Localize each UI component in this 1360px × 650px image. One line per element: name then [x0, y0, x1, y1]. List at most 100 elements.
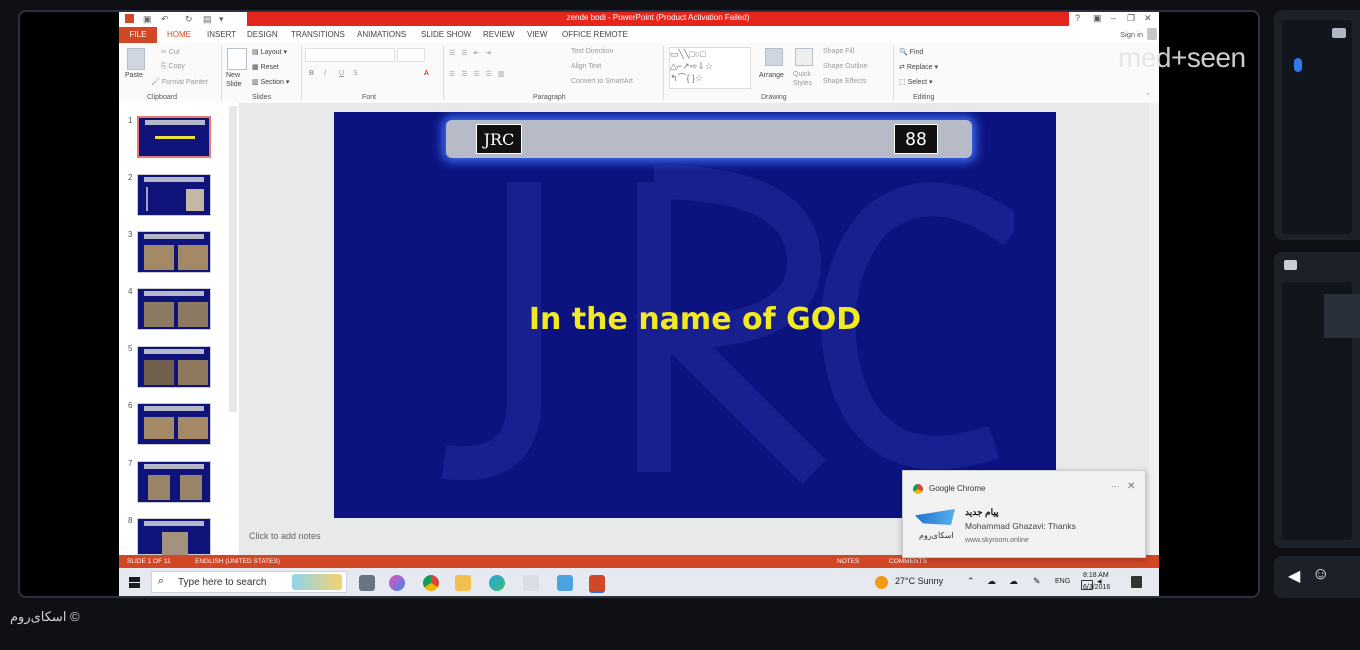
notes-toggle[interactable]: NOTES	[837, 558, 859, 565]
tab-file[interactable]: FILE	[119, 27, 157, 43]
slide-thumbnail-7[interactable]	[137, 461, 211, 503]
underline-button[interactable]: U	[339, 70, 344, 77]
layout-button[interactable]: ▤ Layout ▾	[252, 48, 287, 56]
current-slide[interactable]: JRC 88 In the name of GOD	[334, 112, 1056, 518]
edge-icon[interactable]	[489, 575, 505, 591]
tab-review[interactable]: REVIEW	[483, 30, 515, 39]
save-icon[interactable]: ▣	[143, 14, 152, 25]
font-size-box[interactable]	[397, 48, 425, 62]
collapse-ribbon-icon[interactable]: ⌃	[1145, 92, 1151, 100]
slide-thumbnail-8[interactable]	[137, 518, 211, 556]
start-from-beginning-icon[interactable]: ▤	[203, 14, 212, 25]
clock-date[interactable]: 6/3/2016	[1083, 584, 1110, 591]
task-view-icon[interactable]	[359, 575, 375, 591]
section-button[interactable]: ▥ Section ▾	[252, 78, 289, 86]
sign-in-link[interactable]: Sign in	[1120, 30, 1143, 39]
taskbar-search[interactable]: ⌕ Type here to search	[151, 571, 347, 593]
font-name-box[interactable]	[305, 48, 395, 62]
slide-thumbnail-2[interactable]	[137, 174, 211, 216]
send-arrow-icon[interactable]: ◀	[1288, 566, 1300, 586]
language-indicator[interactable]: ENG	[1055, 578, 1070, 585]
notes-placeholder[interactable]: Click to add notes	[249, 531, 321, 541]
clock-time[interactable]: 8:18 AM	[1083, 572, 1109, 579]
slide-thumbnail-5[interactable]	[137, 346, 211, 388]
tab-animations[interactable]: ANIMATIONS	[357, 30, 406, 39]
align-icon[interactable]: ☰ ☰ ☰ ☰ ▥	[449, 70, 507, 78]
chrome-icon[interactable]	[423, 575, 439, 591]
slide-title[interactable]: In the name of GOD	[334, 302, 1056, 337]
shape-effects-button[interactable]: Shape Effects	[823, 78, 866, 85]
arrange-icon[interactable]	[765, 48, 783, 66]
quick-styles-button[interactable]: Quick Styles	[793, 70, 817, 88]
notification-menu-icon[interactable]: ···	[1111, 481, 1120, 491]
cut-button[interactable]: ✂ Cut	[161, 48, 180, 56]
copy-button[interactable]: ⎘ Copy	[161, 63, 185, 71]
tab-design[interactable]: DESIGN	[247, 30, 278, 39]
slide-thumbnail-6[interactable]	[137, 403, 211, 445]
notification-center-icon[interactable]	[1131, 576, 1142, 588]
replace-button[interactable]: ⇄ Replace ▾	[899, 63, 938, 71]
chrome-notification[interactable]: Google Chrome ··· ✕ اسکای‌روم پیام جدید …	[902, 470, 1146, 558]
account-icon[interactable]	[1147, 28, 1157, 40]
paste-icon[interactable]	[127, 48, 145, 70]
slide-thumbnail-4[interactable]	[137, 288, 211, 330]
app-icon[interactable]	[557, 575, 573, 591]
ribbon-display-icon[interactable]: ▣	[1093, 13, 1102, 24]
format-painter-button[interactable]: 🖌 Format Painter	[151, 78, 208, 86]
tab-home[interactable]: HOME	[167, 30, 191, 39]
thumbnail-scrollbar[interactable]	[229, 106, 237, 412]
shapes-gallery[interactable]: ▭╲╲□○□ △⌐↗⇨⇩☆ ↰⌒{ }☆	[669, 47, 751, 89]
tab-view[interactable]: VIEW	[527, 30, 547, 39]
bold-button[interactable]: B	[309, 70, 314, 77]
windows-start-icon[interactable]	[129, 577, 140, 588]
shadow-button[interactable]: S	[353, 70, 358, 77]
customize-qat-icon[interactable]: ▾	[219, 14, 224, 25]
help-icon[interactable]: ?	[1075, 13, 1080, 23]
vertical-scrollbar[interactable]	[1149, 103, 1159, 555]
new-slide-button[interactable]: New Slide	[226, 71, 248, 89]
slide-thumbnail-1[interactable]	[137, 116, 211, 158]
text-direction-button[interactable]: Text Direction	[571, 48, 613, 55]
shape-fill-button[interactable]: Shape Fill	[823, 48, 854, 55]
tray-icon[interactable]: ☁	[987, 576, 996, 587]
file-explorer-icon[interactable]	[455, 575, 471, 591]
convert-smartart-button[interactable]: Convert to SmartArt	[571, 78, 633, 85]
emoji-icon[interactable]: ☺	[1312, 564, 1329, 584]
minimize-icon[interactable]: –	[1111, 13, 1116, 23]
redo-icon[interactable]: ↻	[185, 14, 193, 25]
arrange-button[interactable]: Arrange	[759, 72, 784, 79]
tab-slide-show[interactable]: SLIDE SHOW	[421, 30, 471, 39]
powerpoint-taskbar-icon[interactable]	[589, 575, 605, 593]
paste-button[interactable]: Paste	[125, 72, 143, 79]
slide-thumbnail-3[interactable]	[137, 231, 211, 273]
group-label-font: Font	[362, 94, 377, 101]
bullets-icon[interactable]: ☰ ☰ ⇤ ⇥	[449, 49, 493, 57]
tray-icon[interactable]: ☁	[1009, 576, 1018, 587]
microphone-icon[interactable]	[1294, 58, 1302, 72]
tab-transitions[interactable]: TRANSITIONS	[291, 30, 345, 39]
weather-text[interactable]: 27°C Sunny	[895, 576, 943, 586]
font-color-icon[interactable]: A	[424, 70, 429, 77]
align-text-button[interactable]: Align Text	[571, 63, 601, 70]
paint-icon[interactable]	[523, 575, 539, 591]
chat-icon[interactable]	[1284, 260, 1297, 270]
language-status[interactable]: ENGLISH (UNITED STATES)	[195, 558, 280, 565]
comments-toggle[interactable]: COMMENTS	[889, 558, 927, 565]
camera-icon[interactable]	[1332, 28, 1346, 38]
select-button[interactable]: ⬚ Select ▾	[899, 78, 933, 86]
tab-office-remote[interactable]: OFFICE REMOTE	[562, 30, 628, 39]
close-icon[interactable]: ✕	[1144, 13, 1152, 24]
copilot-icon[interactable]	[389, 575, 405, 591]
tab-insert[interactable]: INSERT	[207, 30, 236, 39]
tray-chevron-icon[interactable]: ⌃	[967, 576, 975, 587]
shape-outline-button[interactable]: Shape Outline	[823, 63, 867, 70]
pen-icon[interactable]: ✎	[1033, 576, 1041, 587]
notification-close-icon[interactable]: ✕	[1127, 481, 1135, 492]
reset-button[interactable]: ▦ Reset	[252, 63, 279, 71]
restore-icon[interactable]: ❐	[1127, 13, 1135, 24]
quick-styles-icon[interactable]	[795, 48, 813, 66]
find-button[interactable]: 🔍 Find	[899, 48, 923, 56]
italic-button[interactable]: I	[324, 70, 326, 77]
new-slide-icon[interactable]	[227, 48, 247, 70]
undo-icon[interactable]: ↶	[161, 14, 169, 25]
